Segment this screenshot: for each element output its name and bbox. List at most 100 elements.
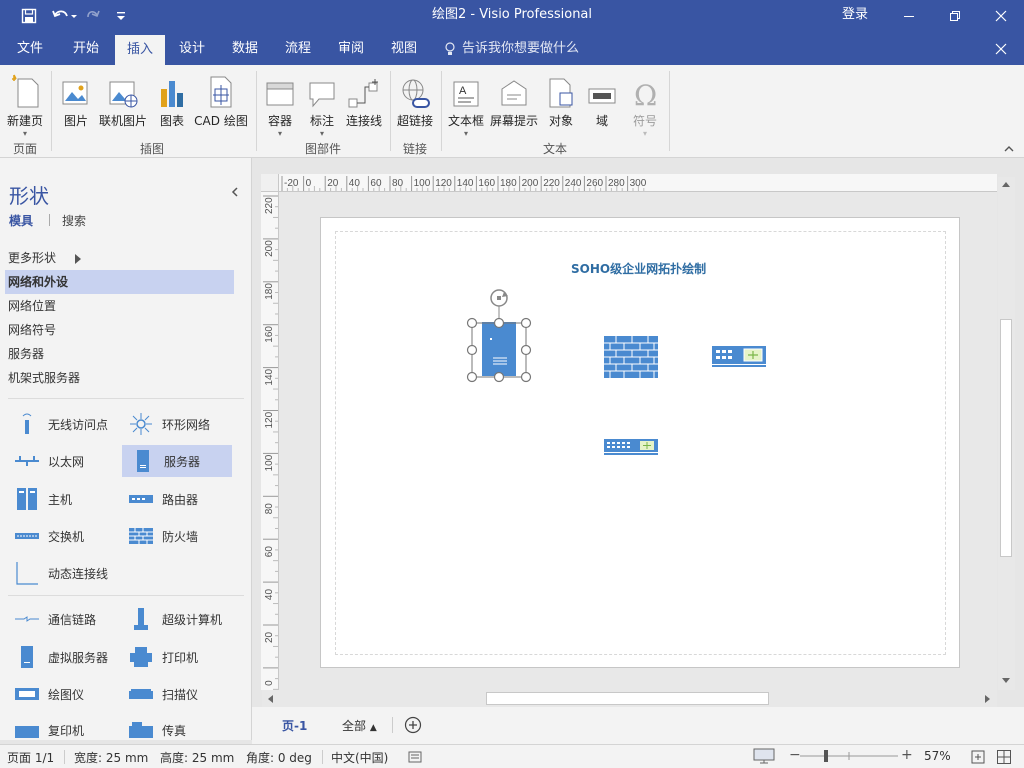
firewall-shape[interactable]: [604, 336, 658, 378]
dropdown-arrow-icon: ▾: [22, 129, 27, 138]
field-button[interactable]: 域: [586, 69, 618, 141]
diagram-title[interactable]: SOHO级企业网拓扑绘制: [571, 260, 706, 277]
vertical-scroll-thumb[interactable]: [1000, 319, 1012, 557]
zoom-out-icon[interactable]: −: [789, 747, 801, 763]
symbol-button[interactable]: Ω 符号 ▾: [628, 69, 662, 141]
stencil-rack-servers[interactable]: 机架式服务器: [5, 366, 234, 390]
zoom-level[interactable]: 57%: [924, 749, 951, 763]
shape-server[interactable]: 服务器: [122, 445, 232, 477]
chart-button[interactable]: 图表: [156, 69, 188, 141]
stencil-network-locations[interactable]: 网络位置: [5, 294, 234, 318]
switch-windows-icon[interactable]: [996, 749, 1012, 765]
server-shape-selected[interactable]: [464, 286, 536, 390]
group-divider: [669, 71, 670, 151]
login-button[interactable]: 登录: [842, 0, 868, 32]
shape-printer[interactable]: 打印机: [120, 641, 230, 673]
shape-copier[interactable]: 复印机: [6, 714, 116, 740]
drawing-page[interactable]: SOHO级企业网拓扑绘制: [320, 217, 960, 668]
shape-dynamic-connector[interactable]: 动态连接线: [6, 557, 116, 589]
scroll-up-icon[interactable]: [1001, 180, 1011, 188]
connector-button[interactable]: 连接线: [344, 69, 384, 141]
omega-icon: Ω: [634, 79, 657, 109]
callout-button[interactable]: 标注 ▾: [304, 69, 340, 141]
scroll-left-icon[interactable]: [266, 694, 274, 704]
stencil-servers[interactable]: 服务器: [5, 342, 234, 366]
vertical-scrollbar[interactable]: [998, 177, 1015, 690]
drawing-canvas[interactable]: SOHO级企业网拓扑绘制: [279, 192, 997, 690]
tab-file[interactable]: 文件: [6, 32, 54, 65]
tab-home[interactable]: 开始: [62, 32, 110, 65]
status-language[interactable]: 中文(中国): [331, 749, 388, 766]
shape-label: 虚拟服务器: [48, 650, 109, 665]
restore-icon[interactable]: [932, 0, 978, 32]
close-document-icon[interactable]: [988, 32, 1014, 65]
scroll-down-icon[interactable]: [1001, 677, 1011, 685]
shape-firewall[interactable]: 防火墙: [120, 520, 230, 552]
shape-comm-link[interactable]: 通信链路: [6, 603, 116, 635]
router-shape[interactable]: [712, 344, 768, 370]
macro-recording-icon[interactable]: [408, 750, 422, 764]
customize-icon[interactable]: [112, 0, 130, 32]
shape-supercomputer[interactable]: 超级计算机: [120, 603, 230, 635]
tab-view[interactable]: 视图: [380, 32, 428, 65]
ruler-label: 20: [264, 631, 275, 643]
shape-scanner[interactable]: 扫描仪: [120, 678, 230, 710]
ruler-corner: [261, 174, 279, 192]
tab-design[interactable]: 设计: [168, 32, 216, 65]
shape-ring-network[interactable]: 环形网络: [120, 408, 230, 440]
copier-icon: [15, 726, 39, 738]
hyperlink-button[interactable]: 超链接: [395, 69, 435, 141]
shape-mainframe[interactable]: 主机: [6, 483, 116, 515]
shape-virtual-server[interactable]: 虚拟服务器: [6, 641, 116, 673]
zoom-slider[interactable]: [800, 749, 898, 763]
container-button[interactable]: 容器 ▾: [262, 69, 298, 141]
all-pages-button[interactable]: 全部 ▲: [342, 717, 377, 734]
object-button[interactable]: 对象: [544, 69, 578, 141]
tell-me-box[interactable]: 告诉我你想要做什么: [444, 32, 579, 65]
screentip-button[interactable]: 屏幕提示: [488, 69, 540, 141]
tab-search[interactable]: 搜索: [62, 212, 86, 229]
zoom-in-icon[interactable]: +: [901, 747, 913, 763]
collapse-ribbon-icon[interactable]: [1002, 143, 1016, 155]
shape-label: 环形网络: [162, 417, 211, 432]
shape-router[interactable]: 路由器: [120, 483, 230, 515]
cad-drawing-button[interactable]: CAD 绘图: [192, 69, 250, 141]
tab-process[interactable]: 流程: [274, 32, 322, 65]
ruler-label: 280: [608, 178, 625, 189]
new-page-button[interactable]: 新建页 ▾: [4, 69, 46, 141]
presentation-mode-icon[interactable]: [752, 747, 776, 765]
shape-plotter[interactable]: 绘图仪: [6, 678, 116, 710]
shape-switch[interactable]: 交换机: [6, 520, 116, 552]
rotate-handle-icon[interactable]: [490, 289, 508, 307]
stencil-network-symbols[interactable]: 网络符号: [5, 318, 234, 342]
more-shapes-item[interactable]: 更多形状: [5, 246, 234, 270]
shape-label: 主机: [48, 492, 73, 507]
online-picture-button[interactable]: 联机图片: [97, 69, 149, 141]
shape-ethernet[interactable]: 以太网: [6, 445, 116, 477]
tab-insert[interactable]: 插入: [115, 35, 165, 65]
page-tab-1[interactable]: 页-1: [282, 717, 307, 734]
ruler-label: 200: [264, 240, 275, 257]
stencil-network-peripherals[interactable]: 网络和外设: [5, 270, 234, 294]
scroll-right-icon[interactable]: [984, 694, 992, 704]
tab-stencils[interactable]: 模具: [9, 212, 33, 229]
textbox-button[interactable]: A 文本框 ▾: [446, 69, 486, 141]
switch-shape[interactable]: [604, 438, 660, 458]
add-page-icon[interactable]: [404, 716, 422, 734]
collapse-panel-icon[interactable]: [230, 186, 240, 198]
tab-data[interactable]: 数据: [221, 32, 269, 65]
shape-fax[interactable]: 传真: [120, 714, 230, 740]
shape-wireless-access-point[interactable]: 无线访问点: [6, 408, 116, 440]
picture-button[interactable]: 图片: [58, 69, 94, 141]
minimize-icon[interactable]: [886, 0, 932, 32]
redo-icon[interactable]: [84, 0, 102, 32]
tab-review[interactable]: 审阅: [327, 32, 375, 65]
fit-page-icon[interactable]: [970, 749, 986, 765]
status-page[interactable]: 页面 1/1: [7, 749, 54, 766]
close-icon[interactable]: [978, 0, 1024, 32]
horizontal-scroll-thumb[interactable]: [486, 692, 769, 705]
online-picture-icon: [109, 81, 138, 108]
undo-icon[interactable]: [48, 0, 80, 32]
save-icon[interactable]: [16, 0, 42, 32]
horizontal-scrollbar[interactable]: [262, 690, 997, 707]
